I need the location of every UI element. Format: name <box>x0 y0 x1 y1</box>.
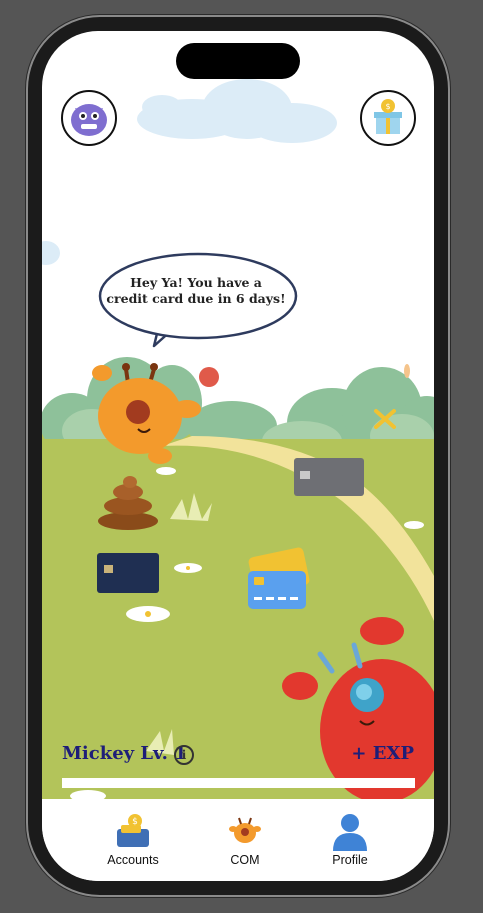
svg-text:$: $ <box>385 102 390 111</box>
player-name-level: Mickey Lv. 1 <box>62 743 187 764</box>
tab-accounts-label: Accounts <box>107 853 159 867</box>
speech-bubble-text: Hey Ya! You have a credit card due in 6 … <box>106 275 286 307</box>
info-icon[interactable]: i <box>174 745 194 765</box>
gift-button[interactable]: $ <box>360 90 416 146</box>
tab-accounts[interactable]: $ Accounts <box>88 799 178 881</box>
game-scene <box>42 79 434 799</box>
svg-text:$: $ <box>132 817 138 827</box>
profile-avatar-button[interactable] <box>61 90 117 146</box>
credit-card-blue <box>97 553 159 593</box>
purple-monster-icon <box>71 104 107 136</box>
speech-line-1: Hey Ya! You have a <box>130 275 262 290</box>
dynamic-island <box>176 43 300 79</box>
com-monster-icon <box>229 817 261 843</box>
profile-person-icon <box>333 814 367 851</box>
red-ball <box>199 367 219 387</box>
exp-progress-bar <box>62 778 415 788</box>
cloud-top <box>137 79 337 143</box>
gift-box-icon: $ <box>374 99 402 134</box>
exp-button[interactable]: + EXP <box>351 743 414 764</box>
tab-com-label: COM <box>230 853 260 867</box>
app-screen: $ Hey Ya! You have a credit card due in … <box>42 31 434 881</box>
tab-com[interactable]: COM <box>200 799 290 881</box>
credit-card-gray <box>294 458 364 496</box>
tab-profile-label: Profile <box>332 853 368 867</box>
speech-line-2: credit card due in 6 days! <box>106 291 286 306</box>
tab-bar: $ Accounts COM Profile <box>42 799 434 881</box>
cloud-left <box>42 241 60 265</box>
accounts-icon: $ <box>117 814 149 847</box>
tab-profile[interactable]: Profile <box>305 799 395 881</box>
